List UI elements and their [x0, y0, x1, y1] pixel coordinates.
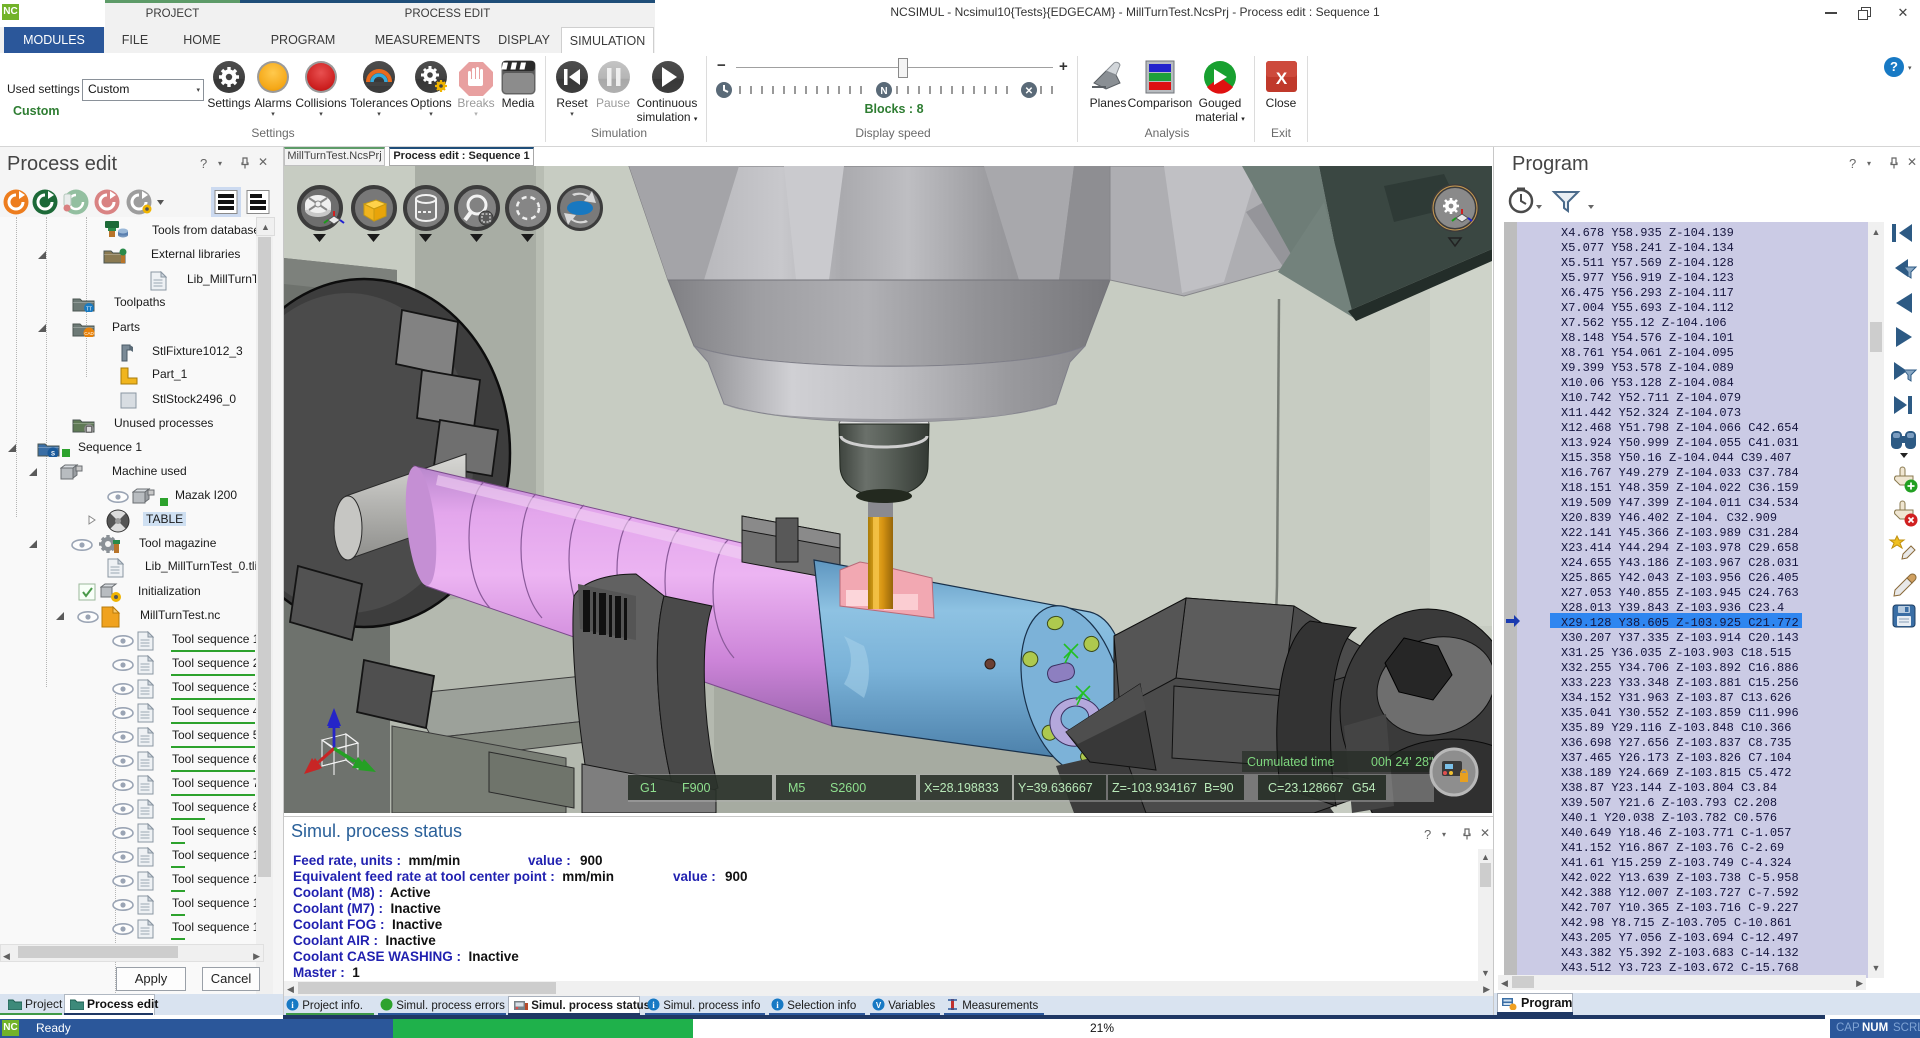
svg-text:B=90: B=90: [1204, 781, 1234, 795]
svg-text:G1: G1: [640, 781, 657, 795]
svg-text:N: N: [880, 86, 887, 97]
svg-text:G54: G54: [1352, 781, 1376, 795]
svg-text:F900: F900: [682, 781, 711, 795]
svg-text:S2600: S2600: [830, 781, 866, 795]
svg-text:00h 24' 28": 00h 24' 28": [1371, 755, 1433, 769]
svg-text:X: X: [1276, 69, 1288, 88]
svg-text:CAD: CAD: [84, 331, 94, 336]
svg-text:Cumulated time: Cumulated time: [1247, 755, 1335, 769]
svg-text:C=23.128667: C=23.128667: [1268, 781, 1343, 795]
svg-text:S: S: [51, 452, 55, 458]
svg-text:Y=39.636667: Y=39.636667: [1018, 781, 1093, 795]
svg-text:✕: ✕: [1025, 86, 1033, 97]
svg-text:M5: M5: [788, 781, 805, 795]
svg-text:V: V: [876, 1001, 882, 1010]
svg-text:TT: TT: [86, 307, 92, 313]
svg-text:X=28.198833: X=28.198833: [924, 781, 999, 795]
svg-text:Z=-103.934167: Z=-103.934167: [1112, 781, 1197, 795]
